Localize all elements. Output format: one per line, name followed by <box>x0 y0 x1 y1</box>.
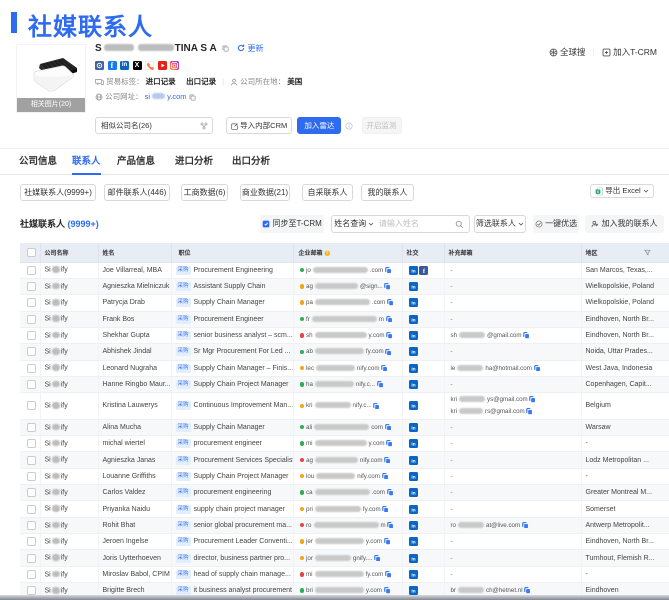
svg-text:in: in <box>411 491 415 497</box>
svg-text:in: in <box>411 383 415 389</box>
svg-text:in: in <box>411 540 415 546</box>
svg-text:in: in <box>411 442 415 448</box>
svg-text:in: in <box>411 366 415 372</box>
svg-text:in: in <box>411 572 415 578</box>
svg-text:in: in <box>411 474 415 480</box>
svg-text:in: in <box>411 556 415 562</box>
svg-text:in: in <box>411 317 415 323</box>
svg-text:in: in <box>411 425 415 431</box>
svg-text:in: in <box>411 507 415 513</box>
svg-text:?: ? <box>326 251 329 256</box>
svg-text:in: in <box>411 350 415 356</box>
svg-text:in: in <box>411 404 415 410</box>
svg-text:in: in <box>411 334 415 340</box>
svg-text:in: in <box>411 523 415 529</box>
svg-text:in: in <box>411 268 415 274</box>
svg-text:in: in <box>411 285 415 291</box>
svg-text:in: in <box>411 589 415 595</box>
svg-text:in: in <box>411 301 415 307</box>
svg-text:in: in <box>411 458 415 464</box>
